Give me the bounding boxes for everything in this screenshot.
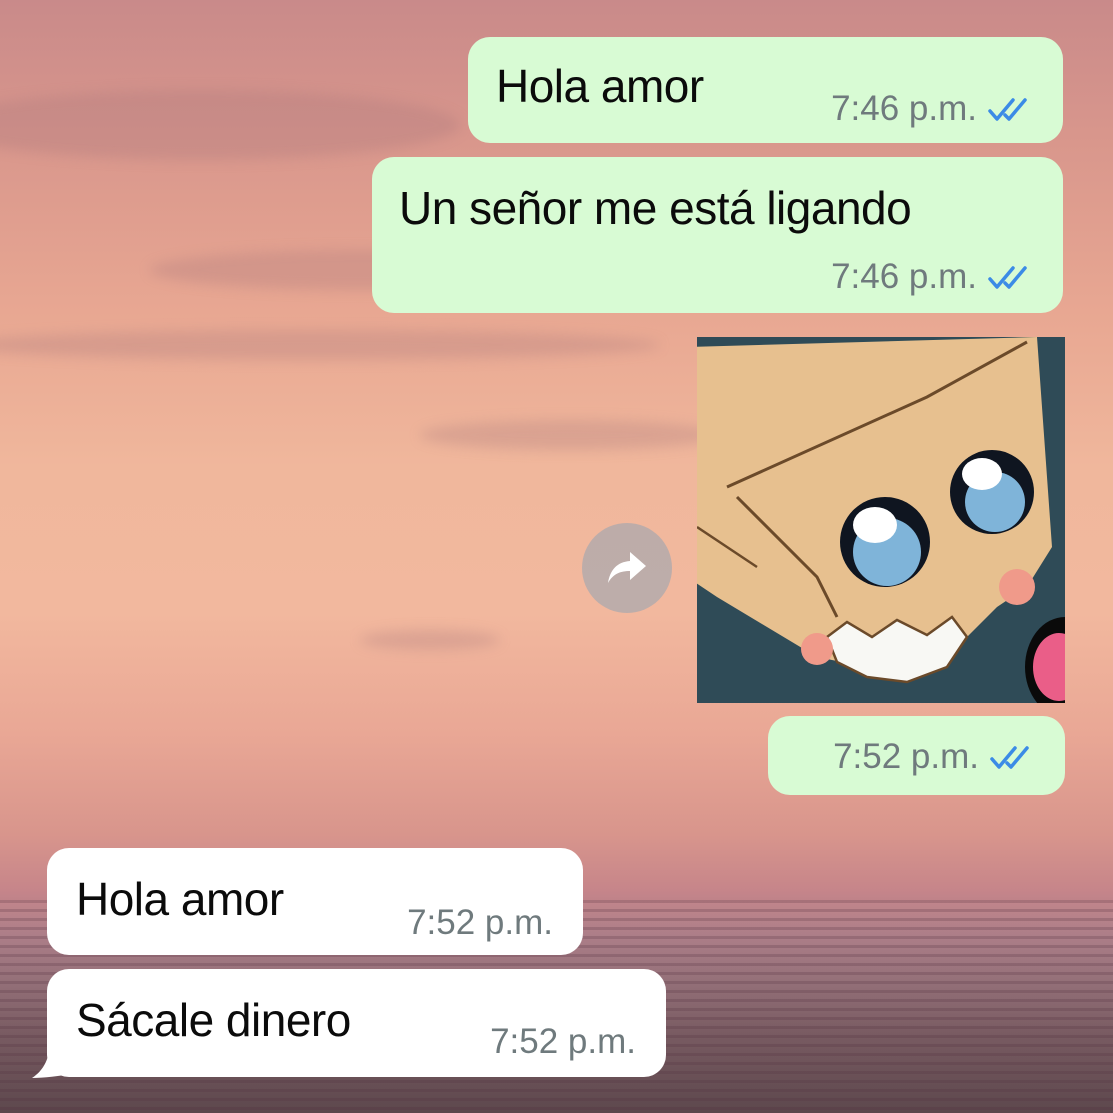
image-meta-bubble[interactable]: 7:52 p.m. bbox=[768, 716, 1065, 795]
double-check-icon bbox=[990, 746, 1029, 769]
message-time: 7:46 p.m. bbox=[831, 89, 977, 128]
message-bubble-incoming[interactable]: Hola amor 7:52 p.m. bbox=[47, 848, 583, 955]
forward-button[interactable] bbox=[582, 523, 672, 613]
message-text: Un señor me está ligando bbox=[399, 182, 912, 234]
message-meta: 7:46 p.m. bbox=[831, 89, 1037, 129]
message-meta: 7:52 p.m. bbox=[490, 1022, 636, 1062]
message-bubble-outgoing[interactable]: Hola amor 7:46 p.m. bbox=[468, 37, 1063, 143]
message-meta: 7:46 p.m. bbox=[831, 257, 1037, 297]
cartoon-sticker-image[interactable] bbox=[697, 337, 1065, 703]
message-time: 7:52 p.m. bbox=[407, 903, 553, 942]
message-meta: 7:52 p.m. bbox=[407, 903, 553, 943]
message-text: Hola amor bbox=[76, 873, 284, 925]
message-bubble-incoming[interactable]: Sácale dinero 7:52 p.m. bbox=[47, 969, 666, 1077]
message-time: 7:52 p.m. bbox=[833, 737, 979, 776]
double-check-icon bbox=[988, 266, 1027, 289]
message-meta: 7:52 p.m. bbox=[833, 737, 1039, 777]
double-check-icon bbox=[988, 98, 1027, 121]
message-bubble-outgoing[interactable]: Un señor me está ligando 7:46 p.m. bbox=[372, 157, 1063, 313]
message-text: Sácale dinero bbox=[76, 994, 351, 1046]
message-text: Hola amor bbox=[496, 60, 704, 112]
cartoon-sticker-drawing bbox=[697, 337, 1065, 703]
message-time: 7:52 p.m. bbox=[490, 1022, 636, 1061]
forward-arrow-icon bbox=[608, 552, 646, 583]
message-time: 7:46 p.m. bbox=[831, 257, 977, 296]
